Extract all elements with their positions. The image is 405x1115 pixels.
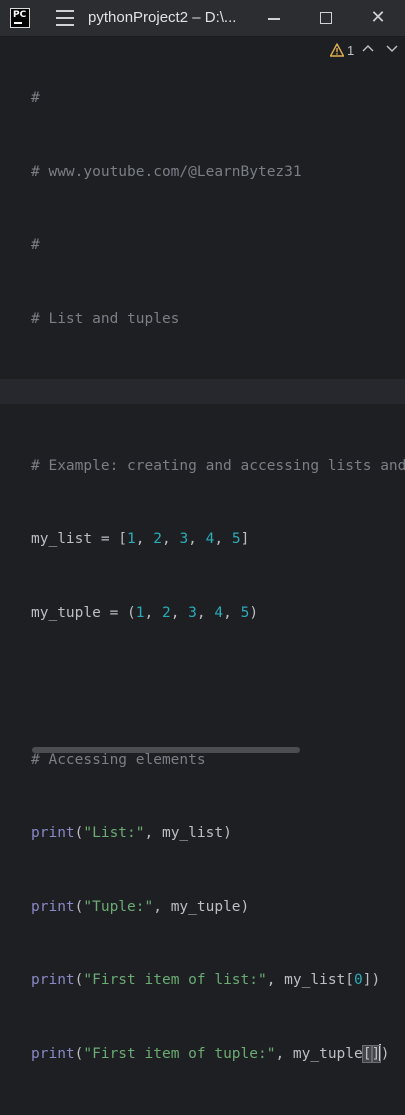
code-line-1: # [31, 90, 40, 106]
hamburger-menu-icon[interactable] [56, 10, 74, 26]
code-line-14: print("First item of tuple:", my_tuple[]… [31, 1043, 390, 1063]
code-line-11: print("List:", my_list) [31, 825, 232, 841]
pycharm-logo-icon: PC [10, 8, 30, 28]
close-icon[interactable]: ✕ [366, 6, 390, 30]
code-line-7: my_list = [1, 2, 3, 4, 5] [31, 531, 250, 547]
code-line-12: print("Tuple:", my_tuple) [31, 898, 250, 915]
code-line-8: my_tuple = (1, 2, 3, 4, 5) [31, 604, 259, 621]
code-lines[interactable]: # # www.youtube.com/@LearnBytez31 # # Li… [31, 37, 405, 1115]
code-line-6: # Example: creating and accessing lists … [31, 457, 405, 474]
code-editor[interactable]: 1 # # www.youtube.com/@LearnBytez31 # # … [0, 37, 405, 1063]
title-bar: PC pythonProject2 – D:\... ✕ [0, 0, 405, 37]
code-line-4: # List and tuples [31, 310, 180, 327]
code-line-2: # www.youtube.com/@LearnBytez31 [31, 163, 302, 180]
window-title[interactable]: pythonProject2 – D:\... [88, 9, 236, 26]
minimize-button[interactable] [262, 6, 286, 30]
code-line-3: # [31, 237, 40, 253]
maximize-button[interactable] [314, 6, 338, 30]
horizontal-scrollbar[interactable] [32, 747, 300, 753]
code-line-13: print("First item of list:", my_list[0]) [31, 972, 381, 988]
